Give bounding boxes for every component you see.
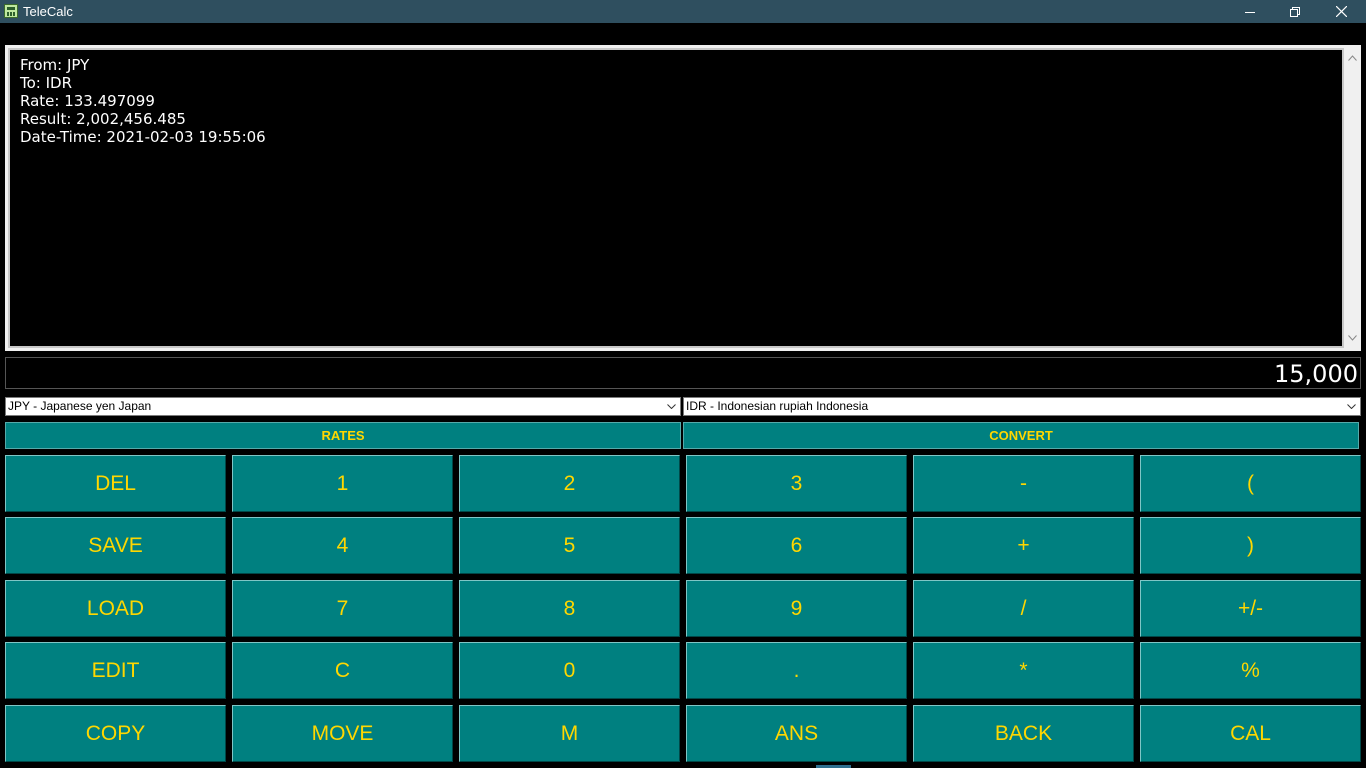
output-line-datetime: Date-Time: 2021-02-03 19:55:06 <box>20 128 266 146</box>
key-plus[interactable]: + <box>913 517 1134 574</box>
entry-display[interactable]: 15,000 <box>5 357 1361 389</box>
output-line-rate: Rate: 133.497099 <box>20 92 155 110</box>
scroll-up-arrow-icon[interactable] <box>1348 53 1357 62</box>
key-move[interactable]: MOVE <box>232 705 453 762</box>
key-load[interactable]: LOAD <box>5 580 226 637</box>
key-ans[interactable]: ANS <box>686 705 907 762</box>
key-6[interactable]: 6 <box>686 517 907 574</box>
to-currency-value: IDR - Indonesian rupiah Indonesia <box>686 399 869 413</box>
close-icon <box>1335 6 1347 17</box>
key-save[interactable]: SAVE <box>5 517 226 574</box>
output-line-from: From: JPY <box>20 56 90 74</box>
key-1[interactable]: 1 <box>232 455 453 512</box>
key-negate[interactable]: +/- <box>1140 580 1361 637</box>
restore-button[interactable] <box>1272 0 1318 23</box>
scroll-down-arrow-icon[interactable] <box>1348 333 1357 342</box>
key-open-paren[interactable]: ( <box>1140 455 1361 512</box>
key-9[interactable]: 9 <box>686 580 907 637</box>
key-minus[interactable]: - <box>913 455 1134 512</box>
key-edit[interactable]: EDIT <box>5 642 226 699</box>
convert-button[interactable]: CONVERT <box>683 422 1359 449</box>
key-back[interactable]: BACK <box>913 705 1134 762</box>
key-clear[interactable]: C <box>232 642 453 699</box>
output-line-to: To: IDR <box>20 74 73 92</box>
key-3[interactable]: 3 <box>686 455 907 512</box>
to-currency-select[interactable]: IDR - Indonesian rupiah Indonesia <box>683 397 1361 416</box>
output-line-result: Result: 2,002,456.485 <box>20 110 186 128</box>
key-del[interactable]: DEL <box>5 455 226 512</box>
key-percent[interactable]: % <box>1140 642 1361 699</box>
key-4[interactable]: 4 <box>232 517 453 574</box>
key-8[interactable]: 8 <box>459 580 680 637</box>
key-divide[interactable]: / <box>913 580 1134 637</box>
key-2[interactable]: 2 <box>459 455 680 512</box>
output-textarea[interactable]: From: JPY To: IDR Rate: 133.497099 Resul… <box>8 48 1344 348</box>
from-currency-select[interactable]: JPY - Japanese yen Japan <box>5 397 681 416</box>
output-frame: From: JPY To: IDR Rate: 133.497099 Resul… <box>5 45 1361 351</box>
calculator-app-icon <box>4 4 18 18</box>
key-memory[interactable]: M <box>459 705 680 762</box>
from-currency-value: JPY - Japanese yen Japan <box>8 399 152 413</box>
chevron-down-icon <box>664 398 678 415</box>
key-close-paren[interactable]: ) <box>1140 517 1361 574</box>
window-title: TeleCalc <box>23 4 73 19</box>
minimize-icon <box>1245 11 1255 13</box>
key-0[interactable]: 0 <box>459 642 680 699</box>
output-scrollbar[interactable] <box>1344 45 1361 351</box>
key-5[interactable]: 5 <box>459 517 680 574</box>
restore-icon <box>1290 6 1300 17</box>
key-multiply[interactable]: * <box>913 642 1134 699</box>
key-cal[interactable]: CAL <box>1140 705 1361 762</box>
key-copy[interactable]: COPY <box>5 705 226 762</box>
key-decimal[interactable]: . <box>686 642 907 699</box>
chevron-down-icon <box>1344 398 1358 415</box>
minimize-button[interactable] <box>1227 0 1273 23</box>
title-bar: TeleCalc <box>0 0 1366 23</box>
close-button[interactable] <box>1318 0 1364 23</box>
key-7[interactable]: 7 <box>232 580 453 637</box>
rates-button[interactable]: RATES <box>5 422 681 449</box>
